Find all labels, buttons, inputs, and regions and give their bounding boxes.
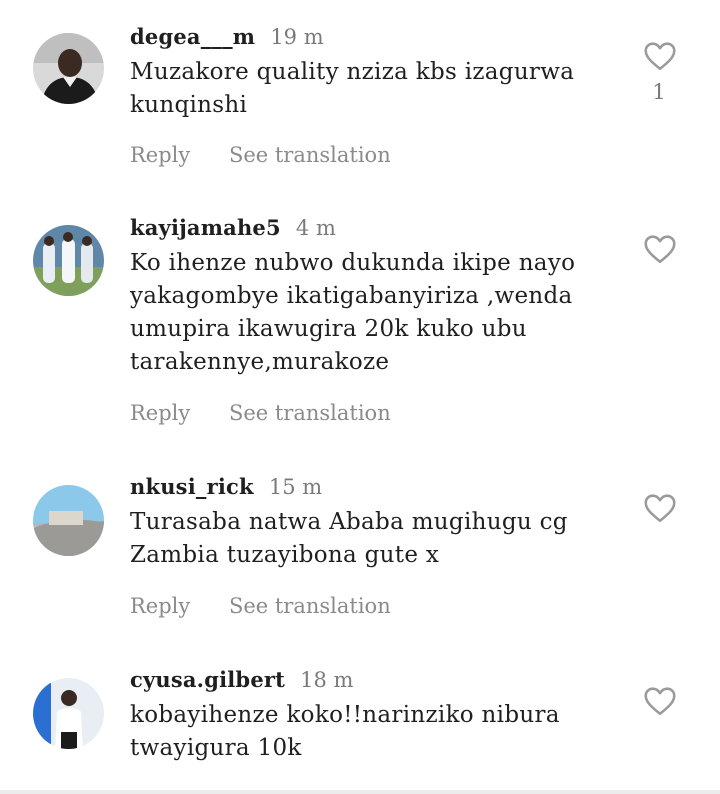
comment-meta: kayijamahe5 4 m (130, 213, 336, 243)
heart-outline-icon[interactable] (642, 38, 678, 74)
avatar[interactable] (33, 678, 104, 749)
comment-time: 15 m (268, 475, 323, 499)
comment-text: kobayihenze koko!!narinziko nibura twayi… (130, 702, 560, 761)
reply-button[interactable]: Reply (130, 594, 190, 618)
bottom-divider (0, 790, 720, 794)
comment-time: 19 m (270, 25, 324, 49)
avatar-image (33, 678, 104, 749)
comment-text: Turasaba natwa Ababa mugihugu cg Zambia … (130, 509, 568, 568)
avatar-image (33, 225, 104, 296)
comment-text: Ko ihenze nubwo dukunda ikipe nayo yakag… (130, 250, 576, 375)
heart-outline-icon[interactable] (642, 490, 678, 526)
reply-button[interactable]: Reply (130, 401, 190, 425)
comment-meta: cyusa.gilbert 18 m (130, 665, 353, 695)
reply-button[interactable]: Reply (130, 143, 190, 167)
comment-username[interactable]: kayijamahe5 (130, 215, 281, 240)
comment-actions: Reply See translation (130, 140, 391, 170)
comment-meta: degea___m 19 m (130, 22, 324, 52)
see-translation-button[interactable]: See translation (229, 594, 391, 618)
like-count: 1 (652, 80, 666, 104)
comment-username[interactable]: nkusi_rick (130, 474, 254, 499)
see-translation-button[interactable]: See translation (229, 143, 391, 167)
comment-username[interactable]: cyusa.gilbert (130, 667, 285, 692)
heart-outline-icon[interactable] (642, 231, 678, 267)
comment-actions: Reply See translation (130, 591, 391, 621)
comment-actions: Reply See translation (130, 398, 391, 428)
heart-outline-icon[interactable] (642, 683, 678, 719)
comment-text: Muzakore quality nziza kbs izagurwa kunq… (130, 59, 575, 118)
avatar[interactable] (33, 225, 104, 296)
comment-time: 4 m (295, 216, 336, 240)
avatar[interactable] (33, 33, 104, 104)
avatar-image (33, 33, 104, 104)
avatar-image (33, 485, 104, 556)
avatar[interactable] (33, 485, 104, 556)
see-translation-button[interactable]: See translation (229, 401, 391, 425)
comment-time: 18 m (300, 668, 354, 692)
comment-username[interactable]: degea___m (130, 24, 255, 49)
comment-meta: nkusi_rick 15 m (130, 472, 322, 502)
